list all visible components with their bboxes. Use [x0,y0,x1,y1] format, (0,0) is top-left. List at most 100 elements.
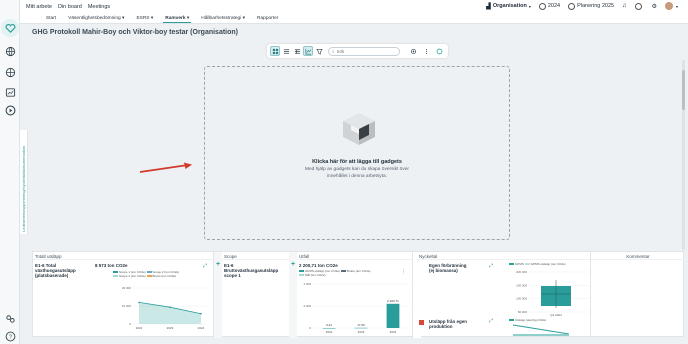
bar [322,327,336,329]
clock-icon [538,2,546,10]
view-toolbar: ⌕ [267,44,448,58]
settings-button[interactable] [408,46,418,56]
calendar-icon [568,2,576,10]
refresh-button[interactable] [434,46,444,56]
column-header: Scope [222,252,296,260]
card-title[interactable]: E1-6 Total växthusgasutsläpp (platsbaser… [35,263,93,278]
x-tick-label: 2024 [198,326,205,330]
data-label: 2 200,71 [387,299,399,303]
avatar[interactable] [664,2,673,10]
legend-swatch [509,319,514,322]
chart-view-button[interactable] [303,46,313,56]
expand-icon[interactable]: ⤢ [489,319,494,324]
card-title[interactable]: Utsläpp från egen produktion [429,319,489,329]
x-tick-label: Q1 2024 [550,313,562,317]
x-tick-label: 2024 [390,330,397,334]
legend-label: Utsläpp total (kg CO2e) [515,318,547,322]
year-selector[interactable]: 2024 [538,2,560,10]
table-icon [294,48,300,54]
page-title: GHG Protokoll Mahir-Boy och Viktor-boy t… [32,29,239,36]
column-scope: Scope E1-6 Bruttoväxthusgasutsläpp scope… [222,252,297,338]
chart-legend: Utsläpp total (kg CO2e) [509,318,546,322]
legend-label: Brutto (ton CO2e) [152,274,177,278]
card-title[interactable]: E1-6 Bruttoväxthusgasutsläpp scope 1 [224,263,284,278]
settings-icon[interactable] [4,312,16,324]
chevron-down-icon: ▾ [528,3,531,9]
gear-icon [410,48,416,54]
column-key-figures: Nyckeltal Egen förbränning (ej biomassa)… [417,252,591,338]
legend-swatch [113,275,118,278]
chevron-down-icon[interactable]: ▾ [676,4,678,9]
series-area [139,302,201,324]
search-input[interactable] [336,48,392,54]
data-label: 0,21 [326,323,332,327]
more-button[interactable] [421,46,431,56]
search-field[interactable]: ⌕ [328,46,400,56]
heart-icon[interactable] [4,22,16,34]
organisation-selector[interactable]: ▟ Organisation ▾ [486,3,531,10]
play-circle-icon[interactable] [4,104,16,116]
column-header: Nyckeltal [417,252,590,260]
filter-icon [315,48,323,55]
y-tick-label: 50 000 [518,310,528,314]
expand-icon[interactable]: ⤢ [489,264,494,269]
status-indicator [419,320,424,325]
grid-view-button[interactable] [270,46,280,56]
org-icon: ▟ [486,3,491,10]
chart-box-icon[interactable] [4,86,16,98]
framework-table: Totalt utsläpp E1-6 Total växthusgasutsl… [32,251,685,338]
list-icon [283,48,289,54]
card-title[interactable]: Egen förbränning (ej biomassa) [429,263,469,273]
bar-chart: 4 000 2 000 0 0,21 2022 17,06 2023 2 200,71 2024 [303,282,409,334]
top-nav-meetings[interactable]: Meetings [88,4,110,10]
add-icon[interactable]: + [215,261,221,268]
list-view-button[interactable] [281,46,291,56]
add-gadget-dropzone[interactable]: Klicka här för att lägga till gadgets Me… [204,66,510,240]
tab-strategy[interactable]: Hållbarhetsstrategi ▾ [195,13,251,23]
side-tab-label: Ledbarhetsrapportering/Nyckeltal/dokumen… [21,145,26,232]
page-scrollbar[interactable] [682,60,685,250]
data-point [200,312,202,315]
filter-button[interactable] [314,46,324,56]
expand-icon[interactable]: ⤢ [203,264,208,269]
tab-framework-label: Ramverk [165,16,186,21]
planning-selector[interactable]: Planering 2025 [568,2,614,10]
y-tick-label: 30 000 [122,286,132,290]
organisation-label: Organisation [492,3,527,9]
separator: + [214,252,222,338]
scrollbar-thumb[interactable] [682,70,685,110]
add-icon[interactable]: + [290,261,296,268]
tab-materiality[interactable]: Väsentlighetsbedömning ▾ [62,13,130,23]
top-nav-my-work[interactable]: Mitt arbete [26,4,52,10]
legend-label: GPMS [515,262,524,266]
more-icon[interactable]: ⋮ [401,270,406,275]
mini-chart [512,324,570,336]
chart-legend: GPMS utsläpp (ton CO2e) Brutto (ton CO2e… [299,269,389,277]
tab-reports[interactable]: Rapporter [251,13,284,23]
top-nav-board[interactable]: Din board [58,4,82,10]
bell-icon[interactable]: ♫ [622,3,627,9]
side-documentation-tab[interactable]: Ledbarhetsrapportering/Nyckeltal/dokumen… [20,130,28,234]
y-tick-label: 100 000 [516,297,527,301]
tab-materiality-label: Väsentlighetsbedömning [68,16,121,21]
card-value: 8 573 ton CO2e [95,263,128,268]
column-header: Totalt utsläpp [33,252,213,260]
legend-label: Mål (ton CO2e) [305,273,326,277]
globe-icon[interactable] [4,66,16,78]
info-icon[interactable] [634,2,644,10]
grid-icon[interactable]: ⚙ [652,3,657,10]
y-tick-label: 150 000 [516,283,527,287]
column-comment: Kommentar [591,252,685,338]
dropzone-subtitle: Med hjälp av gadgets kan du skapa översi… [305,167,409,179]
tab-framework[interactable]: Ramverk ▾ [159,13,195,23]
x-tick-label: 2022 [326,330,333,334]
card-value: 2 200,71 ton CO2e [299,263,338,268]
y-tick-label: 15 000 [122,304,132,308]
tab-start[interactable]: Start [40,13,62,23]
tab-esrs[interactable]: ESRS ▾ [130,13,159,23]
table-view-button[interactable] [292,46,302,56]
series-line [512,324,570,335]
help-icon[interactable]: ? [4,330,16,342]
globe-network-icon[interactable] [4,45,16,57]
top-nav: Mitt arbete Din board Meetings [26,4,116,10]
